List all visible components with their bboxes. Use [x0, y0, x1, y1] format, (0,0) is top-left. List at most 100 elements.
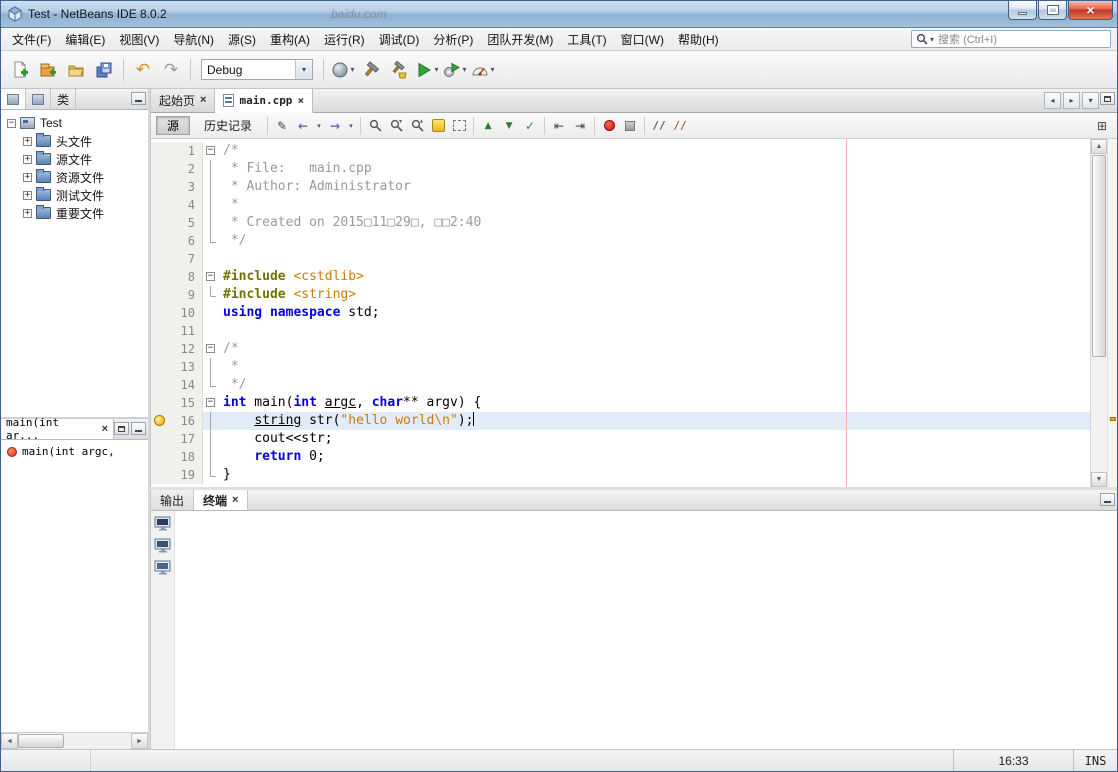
- menu-item[interactable]: 调试(D): [372, 28, 427, 51]
- code-line[interactable]: 5 * Created on 2015□11□29□, □□2:40: [151, 214, 1090, 232]
- code-line[interactable]: 13 *: [151, 358, 1090, 376]
- tab-terminal[interactable]: 终端 ×: [194, 490, 248, 510]
- code-text[interactable]: [220, 250, 1090, 268]
- menu-item[interactable]: 帮助(H): [671, 28, 726, 51]
- code-text[interactable]: *: [220, 358, 1090, 376]
- forward-dropdown[interactable]: ▾: [346, 116, 356, 136]
- code-text[interactable]: * File: main.cpp: [220, 160, 1090, 178]
- navigator-item[interactable]: main(int argc,: [3, 443, 146, 460]
- menu-item[interactable]: 分析(P): [426, 28, 480, 51]
- sidebar-tab-projects[interactable]: [1, 89, 26, 109]
- expand-icon[interactable]: +: [23, 173, 32, 182]
- menu-item[interactable]: 重构(A): [263, 28, 317, 51]
- line-gutter[interactable]: 14: [151, 376, 203, 394]
- line-gutter[interactable]: 16: [151, 412, 203, 430]
- menu-item[interactable]: 运行(R): [317, 28, 372, 51]
- code-text[interactable]: #include <string>: [220, 286, 1090, 304]
- fold-collapse-icon[interactable]: −: [206, 344, 215, 353]
- toggle-highlight-button[interactable]: [428, 116, 448, 136]
- previous-occurrence-button[interactable]: ▲: [478, 116, 498, 136]
- maximize-button[interactable]: [1038, 1, 1067, 20]
- open-project-button[interactable]: [63, 57, 89, 83]
- menu-item[interactable]: 编辑(E): [58, 28, 112, 51]
- code-text[interactable]: * Author: Administrator: [220, 178, 1090, 196]
- code-line[interactable]: 18 return 0;: [151, 448, 1090, 466]
- tree-node[interactable]: −Test: [3, 114, 148, 132]
- menu-item[interactable]: 文件(F): [5, 28, 58, 51]
- code-line[interactable]: 3 * Author: Administrator: [151, 178, 1090, 196]
- new-project-button[interactable]: [35, 57, 61, 83]
- code-text[interactable]: * Created on 2015□11□29□, □□2:40: [220, 214, 1090, 232]
- search-dropdown-icon[interactable]: ▾: [930, 35, 934, 44]
- find-selection-button[interactable]: [365, 116, 385, 136]
- code-line[interactable]: 4 *: [151, 196, 1090, 214]
- code-line[interactable]: 14 */: [151, 376, 1090, 394]
- close-tab-icon[interactable]: ×: [102, 424, 108, 435]
- build-project-button[interactable]: [358, 57, 384, 83]
- save-all-button[interactable]: [91, 57, 117, 83]
- scroll-left-icon[interactable]: ◄: [1, 733, 18, 749]
- terminal-content[interactable]: [175, 511, 1117, 749]
- tab-main-cpp[interactable]: main.cpp ×: [215, 89, 313, 113]
- debug-project-button[interactable]: ▾: [442, 57, 468, 83]
- minimize-button[interactable]: [1008, 1, 1037, 20]
- navigator-horizontal-scrollbar[interactable]: ◄ ►: [1, 732, 148, 749]
- memory-button[interactable]: ▾: [330, 57, 356, 83]
- tree-node[interactable]: +头文件: [3, 132, 148, 150]
- menu-item[interactable]: 视图(V): [112, 28, 166, 51]
- code-line[interactable]: 9#include <string>: [151, 286, 1090, 304]
- editor-maximize-button[interactable]: [1100, 92, 1115, 105]
- monitor-icon-3[interactable]: [154, 560, 172, 576]
- line-gutter[interactable]: 13: [151, 358, 203, 376]
- scroll-down-button[interactable]: ▼: [1091, 472, 1107, 487]
- code-text[interactable]: #include <cstdlib>: [220, 268, 1090, 286]
- line-gutter[interactable]: 5: [151, 214, 203, 232]
- code-text[interactable]: }: [220, 466, 1090, 484]
- fix-code-button[interactable]: ✓: [520, 116, 540, 136]
- debug-dropdown-icon[interactable]: ▾: [462, 65, 466, 74]
- history-view-button[interactable]: 历史记录: [193, 116, 263, 135]
- code-text[interactable]: /*: [220, 142, 1090, 160]
- hint-lightbulb-icon[interactable]: [154, 415, 165, 426]
- scrollbar-thumb[interactable]: [1092, 155, 1106, 357]
- code-line[interactable]: 10using namespace std;: [151, 304, 1090, 322]
- code-text[interactable]: [220, 322, 1090, 340]
- code-line[interactable]: 1−/*: [151, 142, 1090, 160]
- code-line[interactable]: 19}: [151, 466, 1090, 484]
- code-line[interactable]: 11: [151, 322, 1090, 340]
- run-project-button[interactable]: ▾: [414, 57, 440, 83]
- last-edit-button[interactable]: ✎: [272, 116, 292, 136]
- expand-icon[interactable]: +: [23, 209, 32, 218]
- menu-item[interactable]: 源(S): [221, 28, 263, 51]
- code-line[interactable]: 17 cout<<str;: [151, 430, 1090, 448]
- comment-button[interactable]: //: [649, 116, 669, 136]
- tab-list-button[interactable]: ▾: [1082, 92, 1099, 109]
- titlebar[interactable]: Test - NetBeans IDE 8.0.2 baidu.com ×: [1, 1, 1117, 28]
- line-gutter[interactable]: 1: [151, 142, 203, 160]
- new-file-button[interactable]: [7, 57, 33, 83]
- code-line[interactable]: 7: [151, 250, 1090, 268]
- line-gutter[interactable]: 10: [151, 304, 203, 322]
- profile-project-button[interactable]: ▾: [470, 57, 496, 83]
- line-gutter[interactable]: 2: [151, 160, 203, 178]
- editor-vertical-scrollbar[interactable]: ▲ ▼: [1090, 139, 1107, 487]
- start-macro-recording-button[interactable]: [599, 116, 619, 136]
- rectangular-selection-button[interactable]: [449, 116, 469, 136]
- code-line[interactable]: 2 * File: main.cpp: [151, 160, 1090, 178]
- code-text[interactable]: return 0;: [220, 448, 1090, 466]
- tree-node[interactable]: +资源文件: [3, 168, 148, 186]
- scroll-up-button[interactable]: ▲: [1091, 139, 1107, 154]
- sidebar-tab-files[interactable]: [26, 89, 51, 109]
- panel-minimize-button[interactable]: [131, 92, 146, 105]
- redo-button[interactable]: ↷: [158, 57, 184, 83]
- fold-margin[interactable]: −: [203, 142, 220, 160]
- code-text[interactable]: cout<<str;: [220, 430, 1090, 448]
- code-text[interactable]: int main(int argc, char** argv) {: [220, 394, 1090, 412]
- forward-button[interactable]: →: [325, 116, 345, 136]
- code-text[interactable]: */: [220, 376, 1090, 394]
- scrollbar-thumb[interactable]: [18, 734, 64, 748]
- uncomment-button[interactable]: //: [670, 116, 690, 136]
- configuration-combo[interactable]: Debug ▾: [201, 59, 313, 80]
- expand-icon[interactable]: +: [23, 137, 32, 146]
- line-gutter[interactable]: 4: [151, 196, 203, 214]
